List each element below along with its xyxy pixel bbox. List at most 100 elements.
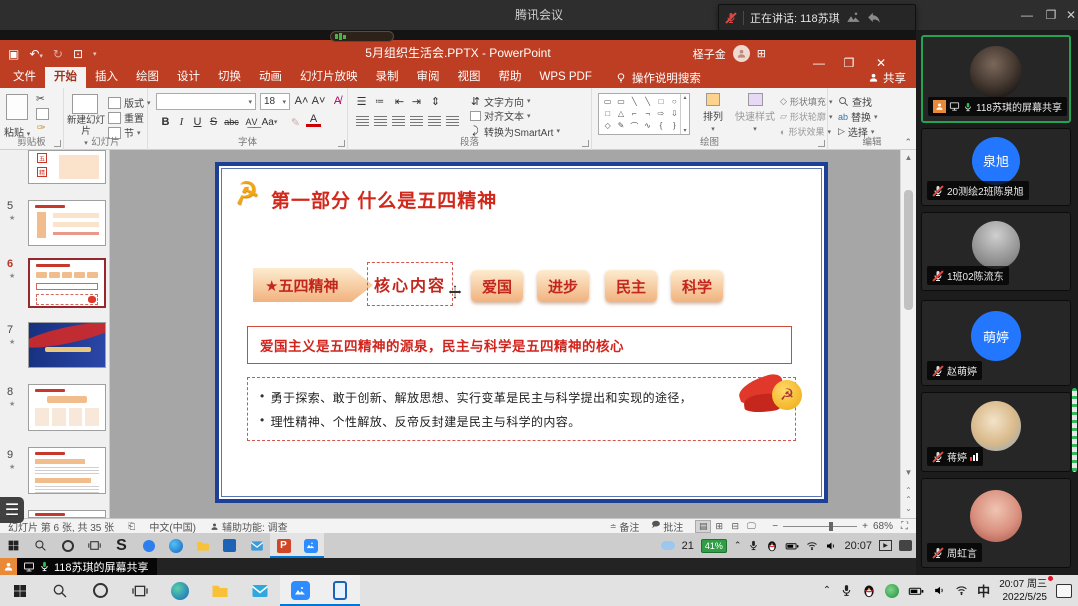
host-edge-icon[interactable] [160, 575, 200, 606]
thumbnail-slide-10[interactable] [28, 510, 106, 518]
tab-home[interactable]: 开始 [45, 67, 86, 88]
tab-record[interactable]: 录制 [367, 67, 408, 88]
tab-view[interactable]: 视图 [449, 67, 490, 88]
text-direction-button[interactable]: ⇵文字方向▾ [470, 93, 531, 109]
keyword-button[interactable]: 民主 [605, 270, 657, 302]
shapes-gallery[interactable]: ▭▭╲╲□○ □△⌐¬⇨⇩ ◇✎⌒∿{} ▴▾ [598, 93, 690, 135]
spellcheck-icon[interactable]: ⎗ [128, 521, 135, 532]
highlight-color-icon[interactable]: ✎ [288, 114, 303, 130]
scroll-down-icon[interactable]: ▼ [901, 468, 916, 477]
tab-slideshow[interactable]: 幻灯片放映 [291, 67, 367, 88]
quick-styles-button[interactable]: 快速样式▾ [732, 90, 778, 136]
reset-button[interactable]: 重置 [108, 110, 144, 125]
keyword-button[interactable]: 爱国 [471, 270, 523, 302]
underline-icon[interactable]: U [190, 114, 205, 130]
font-dialog-launcher[interactable] [338, 140, 345, 147]
copy-icon[interactable] [36, 108, 49, 120]
cut-icon[interactable]: ✂ [36, 93, 45, 105]
meeting-close-button[interactable]: ✕ [1060, 0, 1078, 30]
notes-button[interactable]: ≐备注 [610, 519, 640, 534]
text-shadow-icon[interactable]: abc [224, 114, 239, 130]
host-cortana-button[interactable] [80, 575, 120, 606]
tray-expand-icon[interactable]: ⌃ [734, 540, 742, 551]
bullet-textbox-selected[interactable]: 勇于探索、敢于创新、解放思想、实行变革是民主与科学提出和实现的途径， 理性精神、… [247, 377, 796, 441]
mail-icon[interactable] [243, 533, 270, 558]
slide-title[interactable]: 第一部分 什么是五四精神 [271, 186, 497, 213]
app-icon[interactable] [216, 533, 243, 558]
align-right-icon[interactable] [392, 116, 405, 126]
host-speaker-icon[interactable] [933, 584, 946, 597]
file-explorer-icon[interactable] [189, 533, 216, 558]
change-case-icon[interactable]: Aa▾ [262, 114, 277, 130]
host-start-button[interactable] [0, 575, 40, 606]
host-search-button[interactable] [40, 575, 80, 606]
shape-fill-button[interactable]: ◇形状填充▾ [780, 95, 832, 108]
speaker-icon[interactable] [825, 540, 837, 552]
italic-icon[interactable]: I [174, 114, 189, 130]
host-phone-app-icon[interactable] [320, 575, 360, 606]
wifi-icon[interactable] [806, 540, 818, 552]
find-button[interactable]: 查找 [838, 94, 872, 109]
align-left-icon[interactable] [356, 116, 369, 126]
shape-outline-button[interactable]: ▱形状轮廓▾ [780, 110, 832, 123]
account-avatar[interactable] [733, 45, 750, 62]
host-battery-icon[interactable] [908, 583, 924, 599]
host-clock[interactable]: 20:07 周三 2022/5/25 [999, 578, 1047, 604]
host-file-explorer-icon[interactable] [200, 575, 240, 606]
participant-tile[interactable]: 蒋婷 [921, 392, 1071, 472]
host-mic-tray-icon[interactable] [840, 584, 853, 597]
shrink-font-icon[interactable]: A˅ [311, 93, 326, 109]
bullets-icon[interactable]: ☰ [354, 93, 369, 109]
collapse-ribbon-icon[interactable]: ⌃ [904, 137, 912, 148]
language-status[interactable]: 中文(中国) [149, 519, 196, 534]
edge-icon[interactable] [162, 533, 189, 558]
participant-tile[interactable]: 1班02陈流东 [921, 212, 1071, 291]
zoom-out-icon[interactable]: − [772, 521, 778, 532]
font-color-icon[interactable]: A [306, 114, 321, 127]
slide-sorter-view-button[interactable]: ⊞ [711, 520, 727, 533]
tab-review[interactable]: 审阅 [408, 67, 449, 88]
zoom-in-icon[interactable]: + [862, 521, 868, 532]
participant-tile[interactable]: 周虹言 [921, 478, 1071, 568]
layout-button[interactable]: 版式▾ [108, 95, 151, 110]
thumbnail-slide-6-selected[interactable] [28, 258, 106, 308]
tab-transitions[interactable]: 切换 [209, 67, 250, 88]
grow-font-icon[interactable]: A˄ [294, 93, 309, 109]
bold-icon[interactable]: B [158, 114, 173, 130]
format-painter-icon[interactable]: ✑ [37, 122, 46, 134]
drawing-dialog-launcher[interactable] [818, 140, 825, 147]
qq-icon[interactable] [766, 540, 778, 552]
scroll-up-icon[interactable]: ▲ [901, 150, 916, 162]
align-text-button[interactable]: 对齐文本▾ [470, 108, 531, 123]
zoom-level[interactable]: 68% [873, 521, 893, 532]
thumbnail-slide-8[interactable] [28, 384, 106, 431]
clipboard-dialog-launcher[interactable] [54, 140, 61, 147]
reading-view-button[interactable]: ⊟ [727, 520, 743, 533]
share-screen-icon[interactable] [846, 10, 861, 25]
start-button[interactable] [0, 533, 27, 558]
action-center-icon[interactable] [1056, 584, 1072, 598]
tab-help[interactable]: 帮助 [490, 67, 531, 88]
slide[interactable]: ☭ 第一部分 什么是五四精神 ★五四精神 核心内容 爱国 进步 民主 科学 爱国… [215, 162, 828, 503]
columns-icon[interactable] [446, 116, 459, 126]
tab-animations[interactable]: 动画 [250, 67, 291, 88]
decrease-indent-icon[interactable]: ⇤ [392, 93, 407, 109]
arrange-button[interactable]: 排列▾ [696, 90, 730, 136]
normal-view-button[interactable]: ▤ [695, 520, 711, 533]
tab-file[interactable]: 文件 [4, 67, 45, 88]
cortana-button[interactable] [54, 533, 81, 558]
mic-tray-icon[interactable] [748, 540, 759, 551]
account-area[interactable]: 柽子金 ⊞ [693, 40, 766, 67]
tab-wps-pdf[interactable]: WPS PDF [531, 67, 601, 88]
banner-tab-selected[interactable]: 核心内容 [367, 262, 453, 306]
distribute-icon[interactable] [428, 116, 441, 126]
meeting-taskbar-icon[interactable] [297, 533, 324, 558]
thumbnail-slide-4[interactable]: 五 精 [28, 150, 106, 184]
return-arrow-icon[interactable] [867, 11, 881, 25]
strikethrough-icon[interactable]: S [206, 114, 221, 130]
meeting-share-indicator-pill[interactable] [330, 31, 394, 42]
participant-tile[interactable]: 萌婷 赵萌婷 [921, 300, 1071, 386]
comments-button[interactable]: 🗩批注 [651, 519, 683, 534]
slide-scrollbar[interactable]: ▲ ▼ ⌃⌃ ⌄⌄ [900, 150, 916, 518]
highlight-textbox[interactable]: 爱国主义是五四精神的源泉，民主与科学是五四精神的核心 [247, 326, 792, 364]
